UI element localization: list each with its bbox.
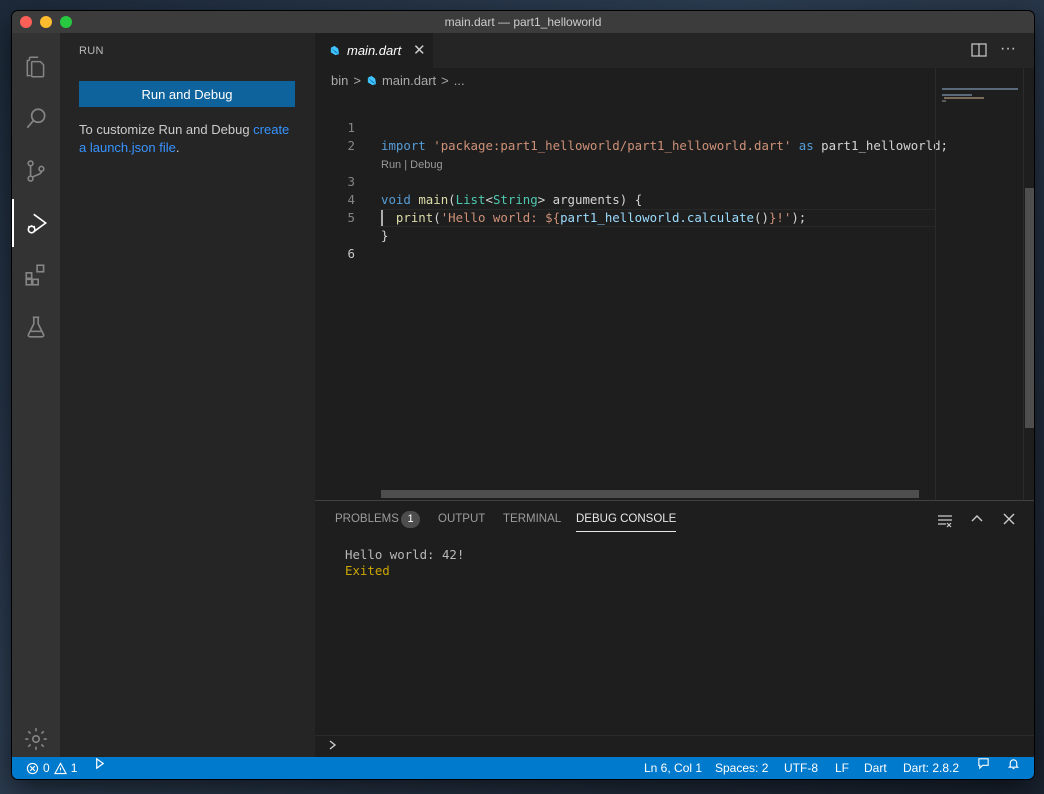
minimap[interactable] [935,68,1024,500]
play-icon [96,757,105,770]
minimap-line [942,100,946,102]
problems-status[interactable]: 0 1 [26,757,77,779]
testing-icon[interactable] [12,303,60,351]
error-count: 0 [43,761,50,775]
run-info-suffix: . [175,140,180,155]
code-line: 1 import 'package:part1_helloworld/part1… [315,101,948,153]
sidebar-title: RUN [79,45,104,57]
run-info-text: To customize Run and Debug create a laun… [79,121,295,157]
code-line: 5 } [315,191,935,243]
scrollbar-thumb[interactable] [1025,188,1034,428]
encoding-status[interactable]: UTF-8 [784,757,818,779]
horizontal-scrollbar[interactable] [381,490,919,498]
console-exited-line: Exited [345,563,390,578]
minimap-line [942,94,972,96]
current-line-highlight [379,209,935,227]
window-title: main.dart — part1_helloworld [444,15,602,29]
minimap-line [944,97,984,99]
code-line: 2 [315,119,935,153]
warning-icon [53,761,67,774]
text-cursor [381,210,383,226]
tab-output[interactable]: OUTPUT [438,513,485,525]
close-icon[interactable]: ✕ [413,41,426,59]
breadcrumb-file[interactable]: main.dart [382,73,436,88]
cursor-position[interactable]: Ln 6, Col 1 [644,757,702,779]
tab-label: main.dart [347,43,402,58]
eol-status[interactable]: LF [835,757,849,779]
warning-count: 1 [70,761,78,775]
clear-console-icon[interactable] [937,513,953,529]
activity-bar [12,33,60,757]
run-sidebar: RUN Run and Debug To customize Run and D… [60,33,315,757]
tab-main-dart[interactable]: main.dart ✕ [315,33,433,68]
more-actions-icon[interactable]: ··· [1000,40,1016,58]
tab-debug-console[interactable]: DEBUG CONSOLE [576,513,677,532]
run-and-debug-button[interactable]: Run and Debug [79,81,295,107]
dart-file-icon [367,75,377,85]
gear-icon[interactable] [12,715,60,763]
console-input-divider [315,735,1034,736]
code-line: 6 [315,209,935,261]
error-icon [26,762,39,774]
breadcrumb: bin > main.dart > ... [331,70,470,90]
editor-area: main.dart ✕ ··· bin > main.dart > ... 1 … [315,33,1034,500]
explorer-icon[interactable] [12,43,60,91]
tab-terminal[interactable]: TERMINAL [503,513,561,525]
vscode-window: main.dart — part1_helloworld RUN Run and… [12,11,1034,779]
minimap-line [942,88,1018,90]
code-token: } [381,228,389,243]
search-icon[interactable] [12,95,60,143]
dart-file-icon [330,45,340,56]
run-info-prefix: To customize Run and Debug [79,122,254,137]
codelens-line: Run | Debug [315,138,935,171]
breadcrumb-separator: > [441,72,449,88]
problems-count-badge: 1 [401,511,420,528]
split-editor-icon[interactable] [971,43,987,57]
run-debug-icon[interactable] [12,199,60,247]
title-bar: main.dart — part1_helloworld [12,11,1034,33]
editor-tab-bar: main.dart ✕ ··· [315,33,1034,68]
console-output-line: Hello world: 42! [345,547,465,562]
feedback-icon[interactable] [977,757,990,770]
code-line: 4 print('Hello world: ${part1_helloworld… [315,173,935,225]
run-status[interactable] [93,757,106,770]
code-line: 3 void main(List<String> arguments) { [315,155,935,207]
language-status[interactable]: Dart [864,757,887,779]
source-control-icon[interactable] [12,147,60,195]
dart-sdk-status[interactable]: Dart: 2.8.2 [903,757,959,779]
extensions-icon[interactable] [12,251,60,299]
breadcrumb-symbols[interactable]: ... [454,73,465,88]
maximize-panel-icon[interactable] [969,511,985,527]
close-panel-icon[interactable] [1001,511,1017,527]
bell-icon[interactable] [1007,757,1020,770]
vertical-scrollbar[interactable] [1023,68,1034,500]
breadcrumb-folder[interactable]: bin [331,73,348,88]
bottom-panel: PROBLEMS 1 OUTPUT TERMINAL DEBUG CONSOLE… [315,500,1034,757]
chevron-right-icon [329,740,337,750]
line-number: 6 [347,246,355,261]
breadcrumb-separator: > [353,72,361,88]
tab-problems[interactable]: PROBLEMS [335,513,399,525]
indentation-status[interactable]: Spaces: 2 [715,757,768,779]
status-bar: 0 1 Ln 6, Col 1 Spaces: 2 UTF-8 LF Dart … [12,757,1034,779]
